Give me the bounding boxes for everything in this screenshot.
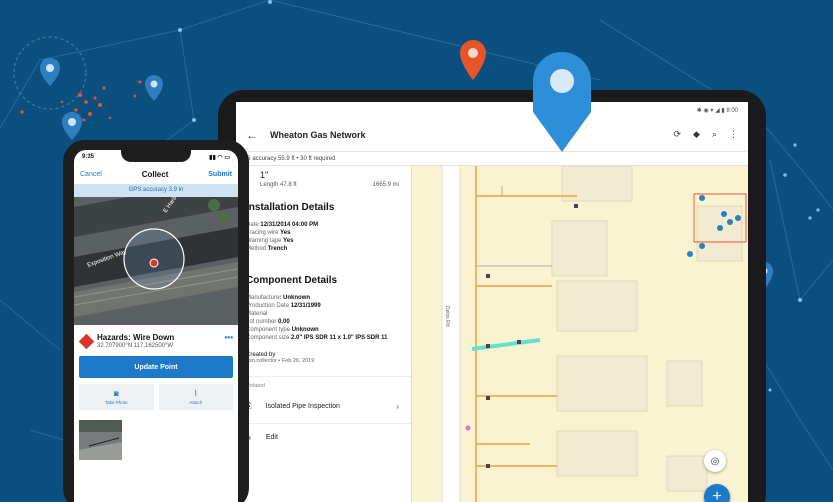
phone-device: 9:35 ▮▮ ◠ ▭ Cancel Collect Submit GPS ac…	[63, 140, 249, 502]
action-row: ◙ Take Photo ⌇ Attach	[79, 384, 233, 410]
feature-details-panel: 1" Length 47.8 ft 1665.9 mi Installation…	[236, 166, 412, 502]
attach-label: Attach	[189, 400, 203, 405]
more-menu-icon[interactable]: ⋮	[729, 129, 738, 140]
gps-accuracy-bar: GPS accuracy 55.9 ft • 30 ft required	[236, 152, 748, 166]
orange-pin-icon	[460, 40, 486, 80]
phone-status-icons: ▮▮ ◠ ▭	[209, 154, 230, 161]
photo-thumbnail[interactable]	[79, 420, 122, 460]
plus-icon: +	[712, 488, 722, 502]
edit-action[interactable]: ✎ Edit	[246, 424, 411, 442]
thumbnail-image	[79, 420, 122, 460]
tablet-app-bar: ← Wheaton Gas Network ⟳ ◆ ⌕ ⋮	[236, 118, 748, 152]
tablet-status-bar: ✱ ◉ ▾ ◢ ▮ 8:00	[236, 102, 748, 118]
status-icons: ✱ ◉ ▾ ◢ ▮ 8:00	[696, 107, 738, 114]
cancel-button[interactable]: Cancel	[80, 171, 102, 178]
take-photo-button[interactable]: ◙ Take Photo	[79, 384, 154, 410]
comp-manufacturer: Manufacturer Unknown	[246, 295, 311, 301]
tablet-device: ✱ ◉ ▾ ◢ ▮ 8:00 ← Wheaton Gas Network ⟳ ◆…	[218, 90, 766, 502]
feature-length: Length 47.8 ft 1665.9 mi	[246, 182, 411, 188]
comp-type: Component type Unknown	[246, 327, 319, 333]
related-label: Related	[246, 376, 411, 389]
install-date: Date 12/31/2014 04:00 PM	[246, 222, 319, 228]
service-lines	[476, 186, 552, 267]
camera-icon: ◙	[113, 389, 119, 398]
submit-button[interactable]: Submit	[208, 171, 232, 178]
phone-notch	[121, 150, 191, 162]
related-item-content: ⎘ Isolated Pipe Inspection	[246, 403, 340, 411]
comp-lot: Lot number 0.00	[246, 319, 290, 325]
building-footprints	[551, 166, 743, 492]
comp-size: Component size 2.0" IPS SDR 11 x 1.0" IP…	[246, 335, 388, 341]
tablet-body: 1" Length 47.8 ft 1665.9 mi Installation…	[236, 166, 748, 502]
phone-map[interactable]: E Harbor Dr Exposition Way	[74, 197, 238, 325]
search-icon[interactable]: ⌕	[712, 129, 717, 140]
take-photo-label: Take Photo	[104, 400, 128, 405]
map-pin-icon	[40, 58, 60, 86]
aerial-imagery: E Harbor Dr Exposition Way	[74, 197, 238, 325]
map-title: Wheaton Gas Network	[270, 129, 366, 140]
map-view[interactable]: Delos Rd ◎ +	[412, 166, 748, 502]
sync-icon[interactable]: ⟳	[673, 129, 681, 140]
comp-production: Production Date 12/31/1999	[246, 303, 321, 309]
road-label: Delos Rd	[444, 306, 450, 327]
feature-heading: 1"	[260, 170, 269, 180]
hazard-coordinates: 32.707900°N 117.162500°W	[97, 343, 174, 349]
map-canvas: Delos Rd	[441, 166, 747, 502]
chevron-right-icon: ›	[396, 403, 399, 411]
hazard-title: Hazards: Wire Down	[97, 333, 175, 342]
length-label: Length 47.8 ft	[260, 182, 297, 188]
phone-nav-bar: Cancel Collect Submit	[74, 164, 238, 184]
more-options-icon[interactable]: •••	[225, 333, 233, 342]
phone-screen: 9:35 ▮▮ ◠ ▭ Cancel Collect Submit GPS ac…	[74, 150, 238, 502]
attach-button[interactable]: ⌇ Attach	[158, 384, 233, 410]
created-meta: gsn.collector • Feb 26, 2019	[246, 358, 315, 364]
install-method: Method Trench	[246, 246, 288, 252]
install-warning: Warning tape Yes	[246, 238, 294, 244]
hazard-text: Hazards: Wire Down 32.707900°N 117.16250…	[97, 333, 174, 349]
paperclip-icon: ⌇	[193, 389, 198, 398]
feature-card: Hazards: Wire Down 32.707900°N 117.16250…	[74, 325, 238, 460]
phone-gps-accuracy: GPS accuracy 3.9 in	[74, 184, 238, 197]
hazard-icon	[78, 333, 95, 350]
map-pin-icon	[145, 75, 163, 101]
component-title: Component Details	[246, 275, 338, 286]
phone-time: 9:35	[82, 154, 95, 160]
map-pin-icon	[62, 112, 82, 140]
edit-label: Edit	[265, 434, 278, 441]
related-item[interactable]: ⎘ Isolated Pipe Inspection ›	[246, 389, 411, 424]
hazard-header: Hazards: Wire Down 32.707900°N 117.16250…	[78, 333, 233, 350]
installation-title: Installation Details	[246, 202, 335, 213]
phone-title: Collect	[141, 169, 169, 179]
toolbar: ⟳ ◆ ⌕ ⋮	[673, 129, 738, 140]
length-side: 1665.9 mi	[372, 182, 399, 188]
related-item-label: Isolated Pipe Inspection	[265, 403, 340, 410]
comp-material: Material	[246, 311, 268, 317]
locate-icon: ◎	[710, 455, 720, 467]
tablet-screen: ✱ ◉ ▾ ◢ ▮ 8:00 ← Wheaton Gas Network ⟳ ◆…	[236, 102, 748, 502]
selected-pipe	[471, 338, 541, 351]
layers-icon[interactable]: ◆	[693, 129, 700, 140]
back-arrow-icon[interactable]: ←	[246, 128, 270, 142]
update-point-button[interactable]: Update Point	[79, 356, 233, 378]
large-map-pin-icon	[533, 52, 591, 152]
locate-button[interactable]: ◎	[704, 450, 726, 472]
install-tracing: Tracing wire Yes	[246, 230, 291, 236]
